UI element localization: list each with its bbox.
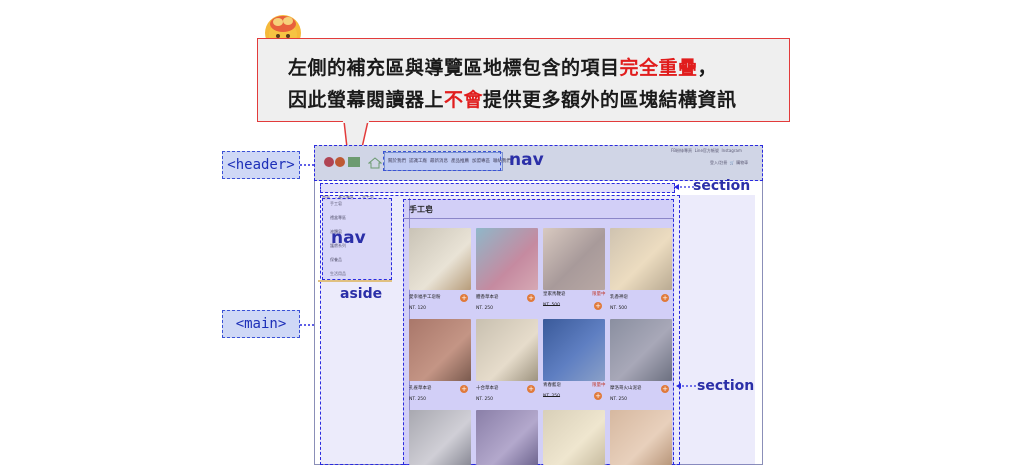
- product-price-7: NT. 250: [543, 394, 561, 399]
- product-price-5: NT. 250: [409, 397, 427, 402]
- product-image-10[interactable]: [476, 410, 538, 465]
- header-landmark-tag: <header>: [222, 151, 300, 179]
- product-price-2: NT. 250: [476, 306, 494, 311]
- product-image-11[interactable]: [543, 410, 605, 465]
- product-image-6[interactable]: [476, 319, 538, 381]
- category-title: 手工皂: [409, 205, 433, 214]
- product-image-2[interactable]: [476, 228, 538, 290]
- product-image-1[interactable]: [409, 228, 471, 290]
- callout-line-2-highlight: 不會: [444, 89, 484, 111]
- product-name-2[interactable]: 體香草本皂: [476, 294, 499, 300]
- product-price-6: NT. 250: [476, 397, 494, 402]
- product-image-12[interactable]: [610, 410, 672, 465]
- main-landmark-tag: <main>: [222, 310, 300, 338]
- product-image-5[interactable]: [409, 319, 471, 381]
- aside-underline: [318, 280, 392, 282]
- add-to-cart-button[interactable]: +: [527, 294, 535, 302]
- category-title-rule: [403, 218, 674, 219]
- callout-line-2-text: 因此螢幕閱讀器上: [288, 89, 445, 111]
- add-to-cart-button[interactable]: +: [460, 294, 468, 302]
- product-name-8[interactable]: 摩洛哥火山泥皂: [610, 385, 642, 391]
- product-image-3[interactable]: [543, 228, 605, 290]
- product-tag-3: 限量中: [592, 292, 606, 297]
- add-to-cart-button[interactable]: +: [460, 385, 468, 393]
- top-nav-label: nav: [509, 150, 544, 170]
- product-image-8[interactable]: [610, 319, 672, 381]
- product-tag-7: 限量中: [592, 383, 606, 388]
- product-image-7[interactable]: [543, 319, 605, 381]
- add-to-cart-button[interactable]: +: [661, 294, 669, 302]
- explanation-callout: 左側的補充區與導覽區地標包含的項目完全重疊， 因此螢幕閱讀器上不會提供更多額外的…: [257, 38, 790, 122]
- callout-line-1-text: 左側的補充區與導覽區地標包含的項目: [288, 57, 620, 79]
- breadcrumb-section-outline: [320, 183, 675, 193]
- aside-label: aside: [340, 286, 383, 302]
- product-name-1[interactable]: 愛幸福手工皂粉: [409, 294, 441, 300]
- section-right-label: section: [697, 378, 755, 394]
- product-price-3: NT. 500: [543, 303, 561, 308]
- callout-line-2: 因此螢幕閱讀器上不會提供更多額外的區塊結構資訊: [288, 85, 737, 112]
- product-name-7[interactable]: 青春藍皂: [543, 382, 561, 388]
- callout-line-1-highlight: 完全重疊: [619, 57, 698, 79]
- top-nav-outline: [383, 151, 501, 171]
- callout-line-1: 左側的補充區與導覽區地標包含的項目完全重疊，: [288, 53, 717, 80]
- callout-line-2-rest: 提供更多額外的區塊結構資訊: [483, 89, 737, 111]
- product-price-8: NT. 250: [610, 397, 628, 402]
- product-image-9[interactable]: [409, 410, 471, 465]
- product-name-5[interactable]: 孔雀草本皂: [409, 385, 432, 391]
- product-name-3[interactable]: 皇家馬鞭皂: [543, 291, 566, 297]
- product-image-4[interactable]: [610, 228, 672, 290]
- add-to-cart-button[interactable]: +: [527, 385, 535, 393]
- product-price-1: NT. 120: [409, 306, 427, 311]
- side-nav-label: nav: [331, 228, 366, 248]
- product-price-4: NT. 500: [610, 306, 628, 311]
- add-to-cart-button[interactable]: +: [661, 385, 669, 393]
- add-to-cart-button[interactable]: +: [594, 302, 602, 310]
- callout-line-1-punct: ，: [697, 57, 718, 79]
- section-right-arrow: [676, 383, 696, 389]
- product-name-4[interactable]: 乳香神皂: [610, 294, 628, 300]
- product-name-6[interactable]: 十合草本皂: [476, 385, 499, 391]
- add-to-cart-button[interactable]: +: [594, 392, 602, 400]
- section-top-label: section: [693, 178, 751, 194]
